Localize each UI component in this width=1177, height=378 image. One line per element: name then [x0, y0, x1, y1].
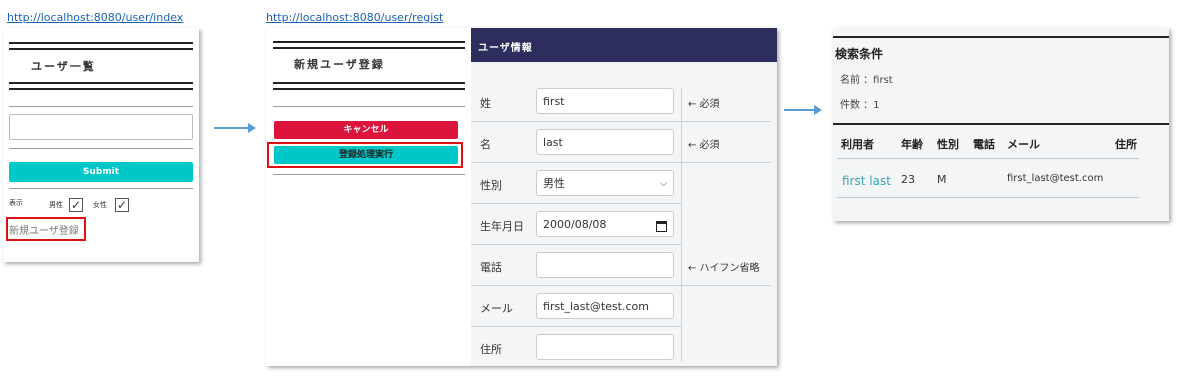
- count-criteria: 件数 ：1: [840, 100, 880, 111]
- column-divider: [681, 88, 682, 362]
- birthday-value: 2000/08/08: [543, 218, 607, 231]
- birthday-input[interactable]: 2000/08/08: [536, 211, 674, 237]
- search-result-page: 検索条件 名前 ：first 件数 ：1 利用者 年齢 性別 電話 メール 住所…: [833, 28, 1169, 221]
- gender-label: 性別: [480, 179, 502, 192]
- mail-cell: first_last@test.com: [1007, 173, 1104, 184]
- phone-input[interactable]: [536, 252, 674, 278]
- arrow-right-icon: [214, 123, 256, 133]
- phone-label: 電話: [480, 261, 502, 274]
- user-regist-page: 新規ユーザ登録 キャンセル 登録処理実行 ユーザ情報 姓 first ← 必須 …: [266, 28, 777, 366]
- table-top-rule: [833, 123, 1169, 125]
- mail-label: メール: [480, 302, 513, 315]
- search-criteria-title: 検索条件: [835, 47, 884, 61]
- gender-select-value: 男性: [543, 177, 565, 190]
- hyphen-note: ← ハイフン省略: [688, 263, 760, 274]
- page-title: ユーザ一覧: [31, 60, 96, 73]
- cancel-button[interactable]: キャンセル: [274, 121, 458, 139]
- title-top-rule: [9, 42, 193, 50]
- divider: [273, 106, 465, 107]
- index-url-link[interactable]: http://localhost:8080/user/index: [7, 11, 183, 24]
- new-user-link[interactable]: 新規ユーザ登録: [9, 222, 79, 237]
- arrow-right-icon: [784, 105, 822, 115]
- row-divider: [471, 121, 771, 122]
- table-header: 年齢: [901, 138, 923, 151]
- page-title: 新規ユーザ登録: [294, 58, 385, 71]
- row-divider: [471, 285, 771, 286]
- row-divider: [471, 326, 681, 327]
- name-criteria: 名前 ：first: [840, 75, 893, 86]
- gender-cell: M: [937, 173, 947, 186]
- table-header: メール: [1007, 138, 1040, 151]
- row-divider: [471, 244, 681, 245]
- user-link[interactable]: first last: [842, 174, 891, 188]
- title-top-rule: [273, 41, 465, 49]
- row-divider: [471, 203, 681, 204]
- first-name-label: 名: [480, 138, 491, 151]
- divider: [9, 106, 193, 107]
- title-bottom-rule: [273, 82, 465, 90]
- filter-label: 表示: [9, 199, 23, 207]
- divider: [9, 188, 193, 189]
- age-cell: 23: [901, 173, 915, 186]
- divider: [273, 174, 465, 175]
- register-button[interactable]: 登録処理実行: [274, 146, 458, 164]
- required-note: ← 必須: [688, 140, 720, 151]
- female-checkbox[interactable]: ✓: [115, 198, 129, 212]
- male-label: 男性: [49, 201, 63, 209]
- form-title: ユーザ情報: [478, 43, 533, 54]
- female-label: 女性: [93, 201, 107, 209]
- header-divider: [837, 158, 1139, 159]
- chevron-down-icon: ⌵: [660, 179, 667, 189]
- mail-input[interactable]: first_last@test.com: [536, 293, 674, 319]
- title-bottom-rule: [9, 82, 193, 90]
- last-name-label: 姓: [480, 97, 491, 110]
- regist-url-link[interactable]: http://localhost:8080/user/regist: [266, 11, 443, 24]
- address-label: 住所: [480, 343, 502, 356]
- table-header: 利用者: [841, 138, 874, 151]
- user-index-page: ユーザ一覧 Submit 表示 男性 ✓ 女性 ✓ 新規ユーザ登録: [3, 28, 199, 262]
- calendar-icon[interactable]: [656, 221, 667, 232]
- row-divider: [837, 197, 1139, 198]
- required-note: ← 必須: [688, 99, 720, 110]
- birthday-label: 生年月日: [480, 220, 524, 233]
- row-divider: [471, 162, 771, 163]
- gender-select[interactable]: 男性 ⌵: [536, 170, 674, 196]
- male-checkbox[interactable]: ✓: [69, 198, 83, 212]
- top-rule: [833, 36, 1169, 38]
- submit-button[interactable]: Submit: [9, 162, 193, 182]
- address-input[interactable]: [536, 334, 674, 360]
- divider: [9, 148, 193, 149]
- table-header: 性別: [937, 138, 959, 151]
- table-header: 電話: [973, 138, 995, 151]
- search-input[interactable]: [9, 114, 193, 140]
- table-header: 住所: [1115, 138, 1137, 151]
- last-name-input[interactable]: first: [536, 88, 674, 114]
- first-name-input[interactable]: last: [536, 129, 674, 155]
